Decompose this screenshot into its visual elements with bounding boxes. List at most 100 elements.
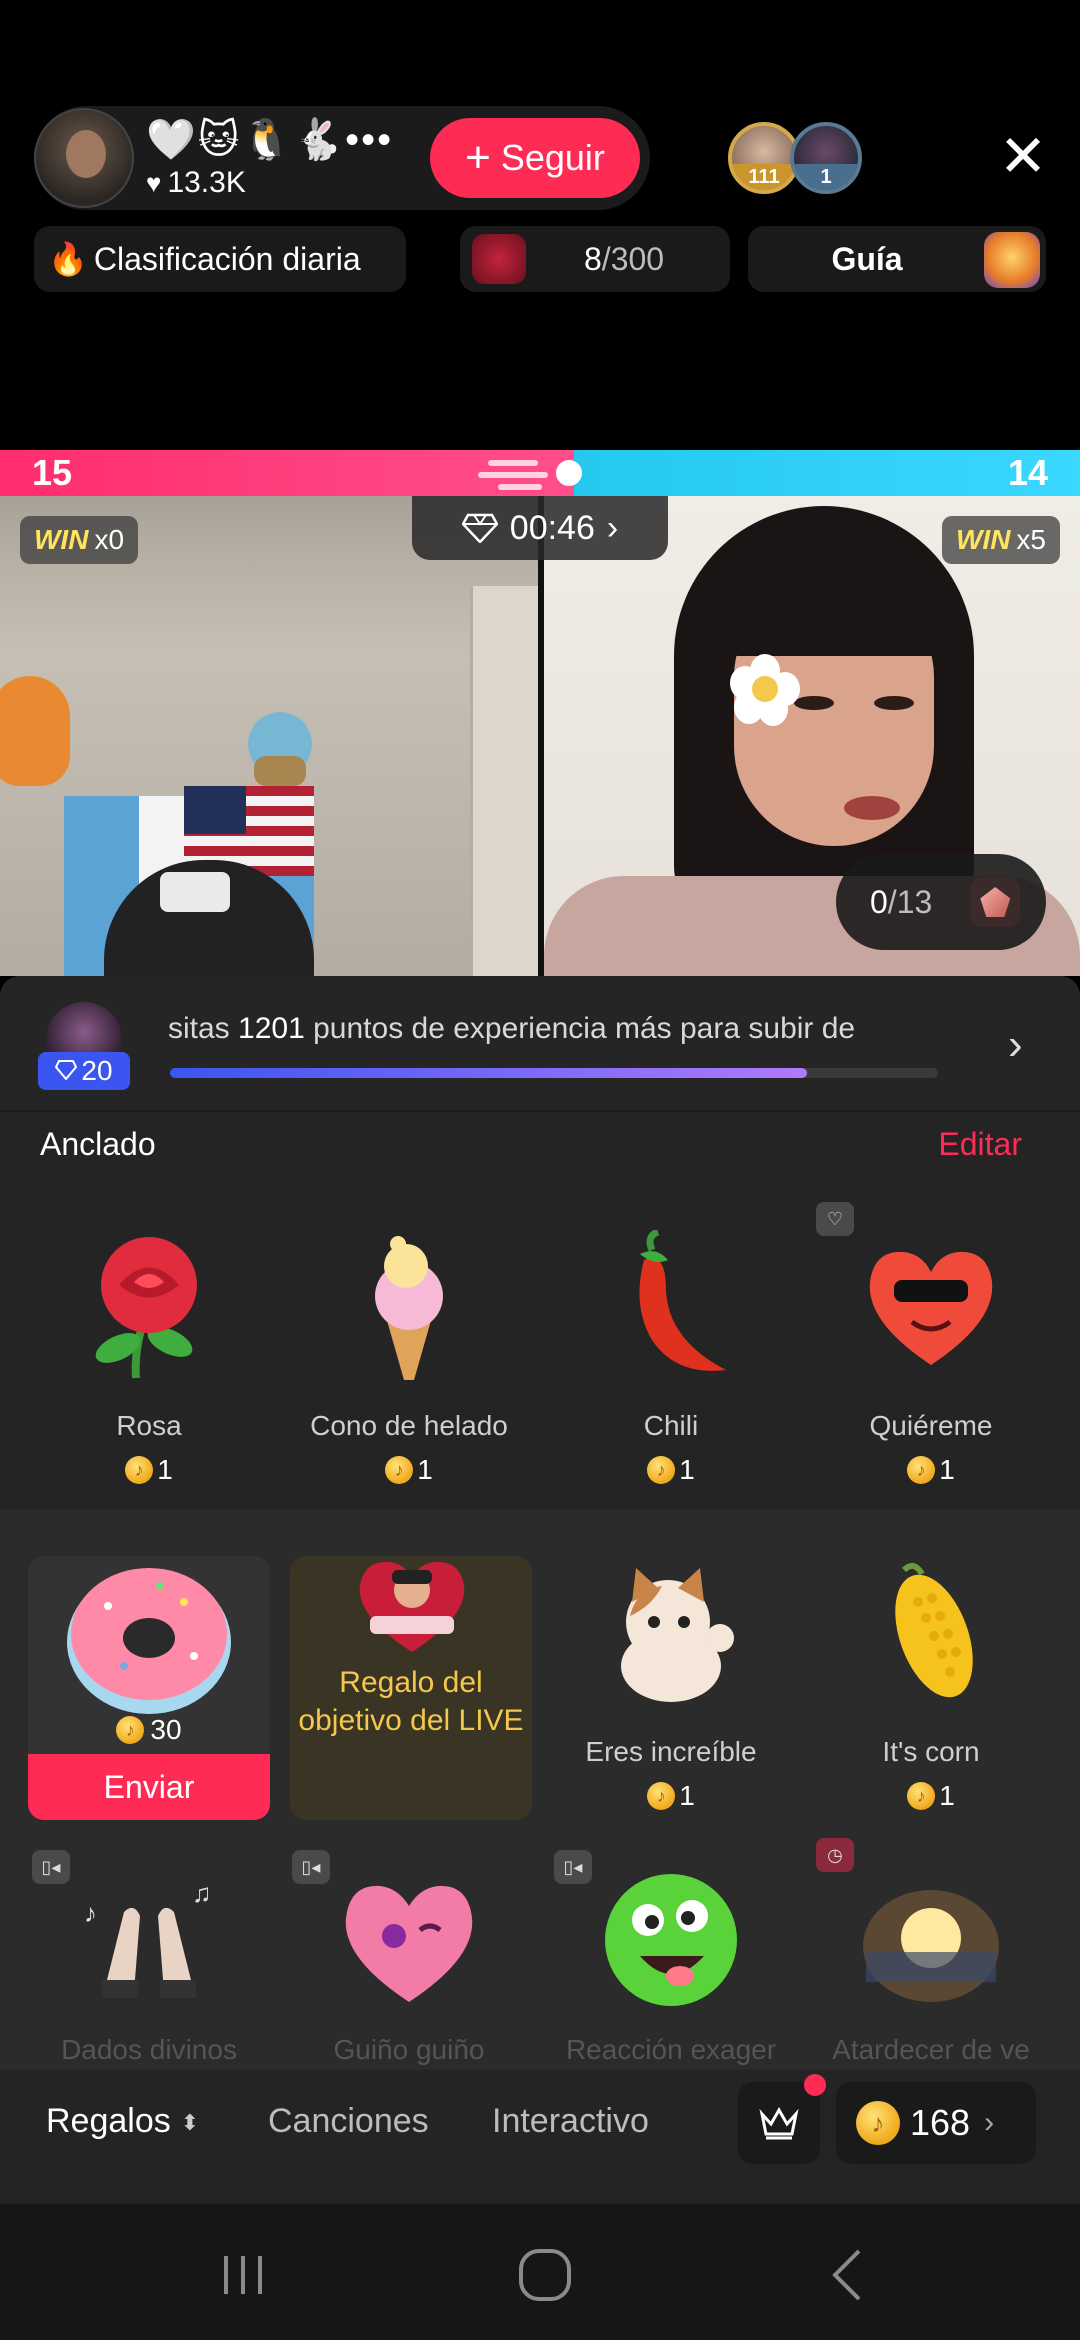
crown-button[interactable] [738,2082,820,2164]
gift-name: Quiéreme [869,1410,993,1441]
gift-dados-divinos[interactable]: ♪ ♫ [24,1862,274,2012]
cat-thumbs-up-icon [596,1556,746,1706]
coin-icon [125,1456,154,1484]
gift-progress: 0/13 [870,884,932,921]
door [470,586,538,976]
score-right: 14 [1007,452,1048,493]
gift-atardecer[interactable] [806,1862,1056,2012]
coin-icon [385,1456,414,1484]
notification-dot [804,2074,826,2096]
tab-gifts-label: Regalos [46,2102,171,2140]
fire-icon: 🔥 [48,241,88,277]
eye [794,696,834,710]
selected-price-value: 30 [150,1714,182,1745]
viewer-avatar[interactable]: 1 [790,122,862,194]
gift-name: Reacción exager [565,2034,777,2065]
gift-chili[interactable]: Chili 1 [546,1228,796,1486]
lips [844,796,900,820]
svg-text:♪: ♪ [84,1898,97,1928]
coin-balance: 168 [910,2102,971,2143]
guide-label: Guía [831,240,903,277]
chevron-right-icon[interactable]: › [1008,1020,1023,1070]
selected-gift-price: 30 [28,1714,270,1746]
level-text-post: puntos de experiencia más para subir de [304,1012,856,1045]
tab-songs[interactable]: Canciones [268,2102,429,2141]
winking-heart-icon [334,1862,484,2012]
gift-cono-de-helado[interactable]: Cono de helado 1 [284,1230,534,1486]
gift-name: Chili [643,1410,699,1441]
win-count: x0 [94,524,125,555]
bangs [714,546,954,656]
corn-icon [856,1556,1006,1706]
level-text-pre: sitas [168,1012,239,1045]
gift-name: Eres increíble [585,1736,757,1767]
gem-icon [970,877,1021,927]
gift-its-corn[interactable]: It's corn 1 [806,1556,1056,1812]
home-icon[interactable] [510,2240,580,2310]
send-button[interactable]: Enviar [28,1754,270,1820]
cap-logo [160,872,230,912]
heart-icon: ♥ [146,167,162,198]
follow-label: Seguir [500,137,605,178]
live-goal-gift-card[interactable]: Regalo del objetivo del LIVE [290,1556,532,1820]
coin-icon [647,1782,676,1810]
diamond-icon [461,513,498,543]
host-likes-count: 13.3K [167,166,246,199]
level-value: 20 [81,1055,113,1086]
gift-price: 1 [546,1780,796,1812]
gift-progress-total: /13 [887,883,933,920]
battle-timer[interactable]: 00:46 › [412,496,668,560]
gift-rosa[interactable]: Rosa 1 [24,1230,274,1486]
gift-progress-pill[interactable]: 0/13 [836,854,1046,950]
gift-name: It's corn [882,1736,980,1767]
score-left: 15 [32,452,73,493]
guide-chip[interactable]: Guía [748,226,1046,292]
tab-interactive[interactable]: Interactivo [492,2102,649,2141]
guide-mascot-icon [984,232,1040,288]
level-text-points: 1201 [238,1012,305,1045]
level-progress-bar [170,1068,938,1078]
tab-gifts[interactable]: Regalos ⬍ [46,2102,199,2141]
gift-reaccion-exagerada[interactable] [546,1862,796,2012]
recent-apps-icon[interactable] [208,2240,278,2310]
gift-name: Guiño guiño [333,2034,485,2065]
back-icon[interactable] [812,2240,882,2310]
host-avatar[interactable] [34,108,134,208]
sunset-icon [856,1862,1006,2012]
rose-icon [74,1230,224,1380]
divider [0,1110,1080,1112]
svg-text:♫: ♫ [192,1878,212,1908]
plush-toy [248,712,312,786]
angelito-heart-icon [352,1556,472,1654]
gift-price: 1 [24,1454,274,1486]
plus-icon: + [465,133,491,182]
close-icon[interactable]: ✕ [990,124,1056,190]
host-likes: ♥ 13.3K [146,166,246,200]
chevron-right-icon: › [606,508,619,547]
gift-price: 1 [546,1454,796,1486]
battle-spark-icon [478,452,588,492]
follow-button[interactable]: + Seguir [430,118,640,198]
gift-price: 1 [284,1454,534,1486]
win-streak-left: WIN x0 [20,516,139,564]
gift-name: Rosa [116,1410,182,1441]
goal-current: 8 [584,240,602,277]
gift-name: Dados divinos [61,2034,237,2065]
coin-icon [116,1716,145,1744]
live-goal-gift-label: Regalo del objetivo del LIVE [298,1666,524,1737]
ice-cream-icon [334,1230,484,1380]
level-progress-fill [170,1068,808,1078]
coin-icon [907,1456,936,1484]
coin-balance-button[interactable]: 168 › [836,2082,1036,2164]
gift-eres-increible[interactable]: Eres increíble 1 [546,1556,796,1812]
gift-guino-guino[interactable] [284,1862,534,2012]
daily-ranking-chip[interactable]: 🔥 Clasificación diaria [34,226,406,292]
viewer-rank-badge: 111 [732,164,796,190]
gift-quiereme[interactable]: Quiéreme 1 [806,1230,1056,1486]
level-diamond-icon [55,1055,78,1087]
left-stream-video[interactable] [0,496,538,976]
edit-button[interactable]: Editar [938,1126,1022,1163]
live-goal-chip[interactable]: 8/300 [460,226,730,292]
level-badge: 20 [38,1052,130,1090]
clapping-hands-icon: ♪ ♫ [74,1862,224,2012]
